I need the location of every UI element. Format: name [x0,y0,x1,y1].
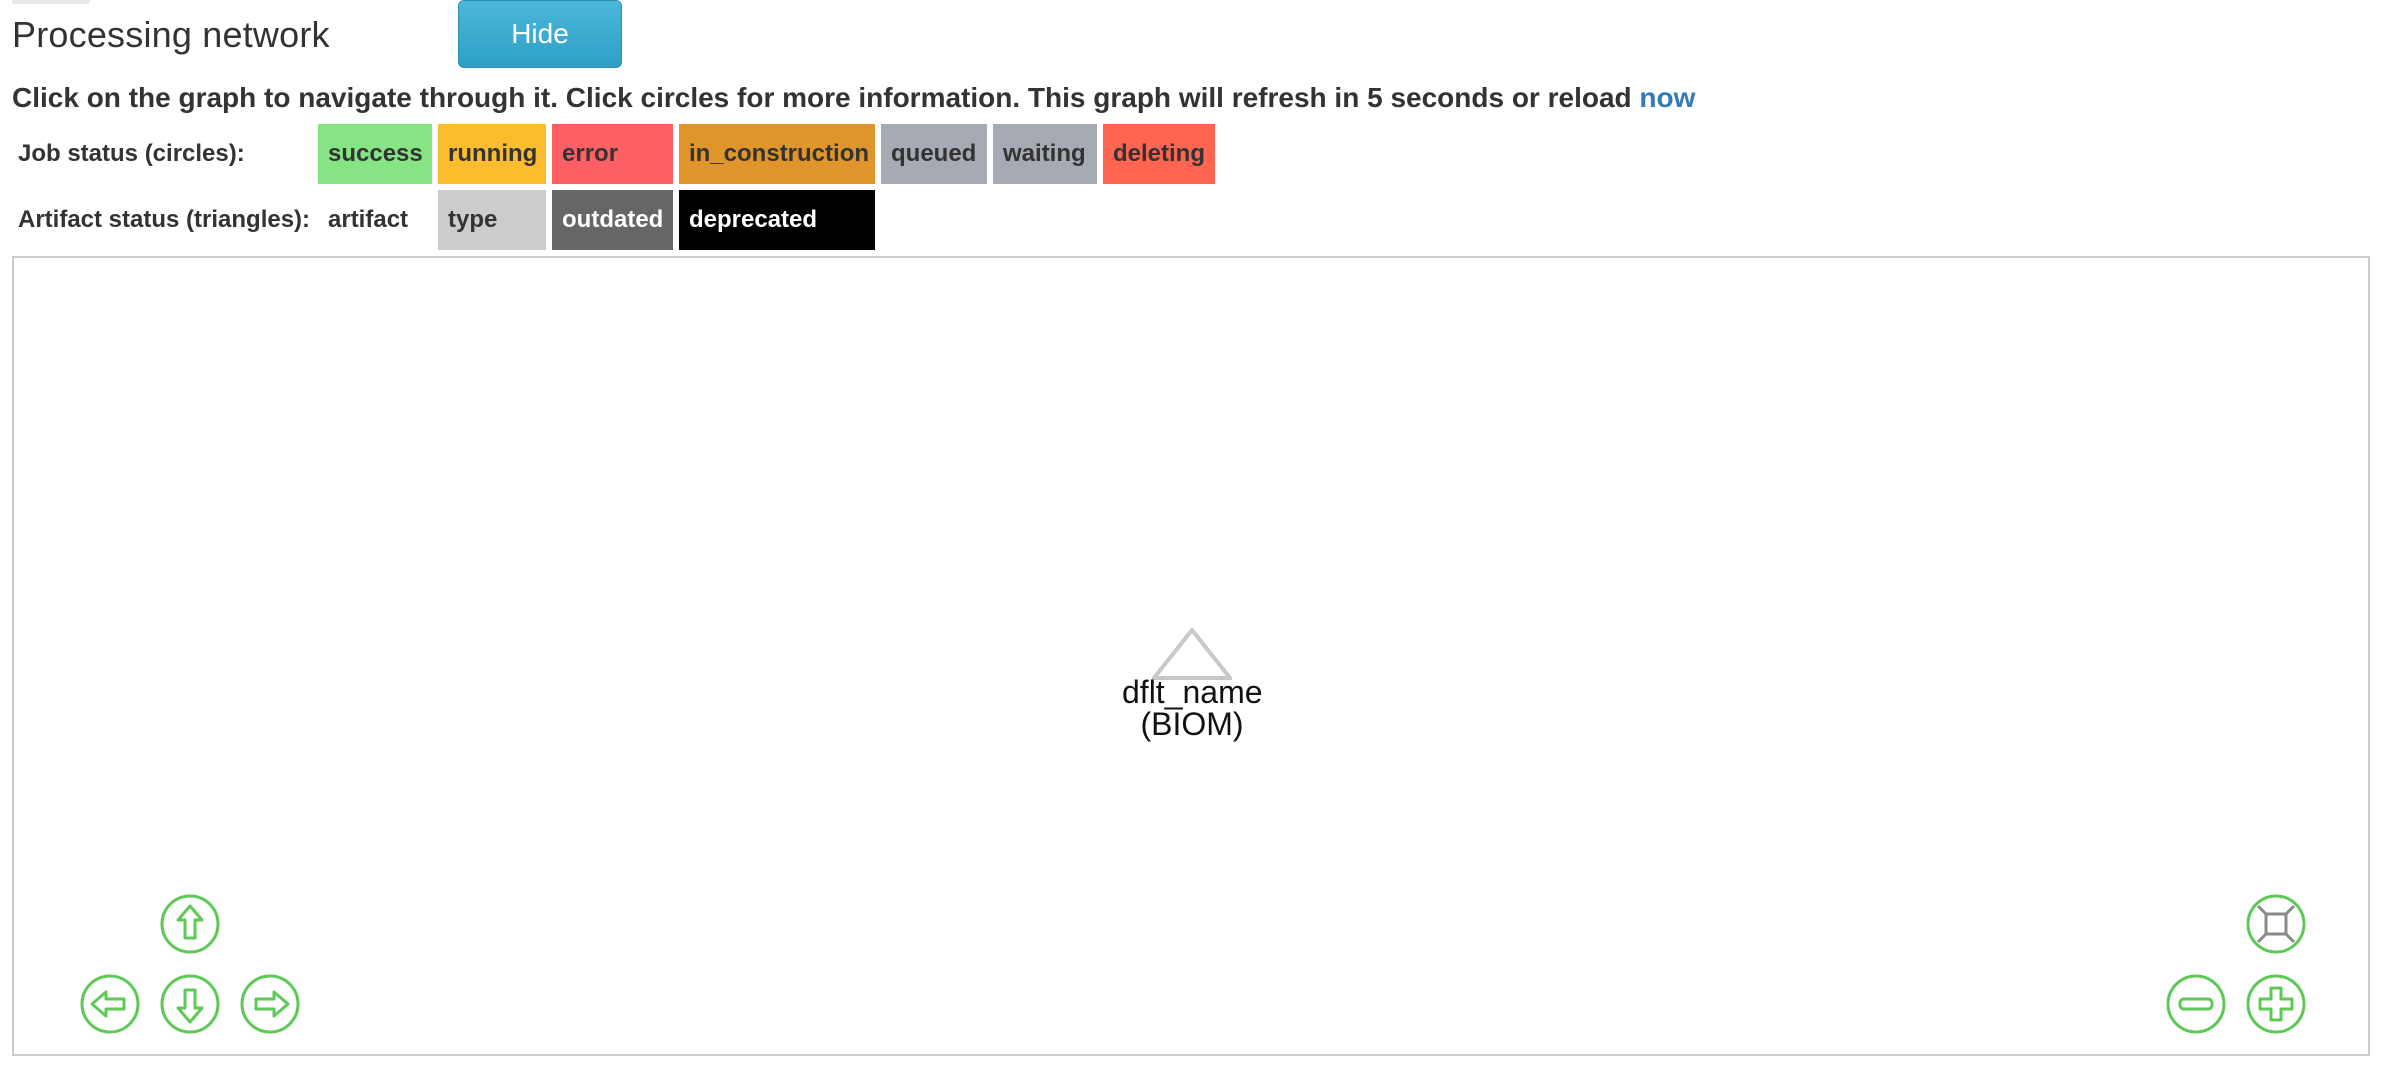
legend-success: success [318,124,432,184]
legend-deleting: deleting [1103,124,1215,184]
node-name: dflt_name [1122,674,1263,710]
legend-error: error [552,124,673,184]
pan-right-icon[interactable] [238,972,302,1036]
legend-type: type [438,190,546,250]
pan-left-icon[interactable] [78,972,142,1036]
artifact-status-label: Artifact status (triangles): [18,206,311,233]
hide-button[interactable]: Hide [458,0,622,68]
node-type: (BIOM) [1140,706,1244,742]
job-status-legend: Job status (circles): success running er… [12,124,1221,184]
legend-queued: queued [881,124,987,184]
legend-waiting: waiting [993,124,1097,184]
job-status-label: Job status (circles): [18,140,245,167]
legend-deprecated: deprecated [679,190,875,250]
legend-running: running [438,124,546,184]
instructions-body: Click on the graph to navigate through i… [12,82,1640,113]
network-graph-canvas[interactable]: dflt_name (BIOM) [12,256,2370,1056]
pan-down-icon[interactable] [158,972,222,1036]
zoom-extends-icon[interactable] [2244,892,2308,956]
page-title: Processing network [12,14,330,55]
reload-now-link[interactable]: now [1639,82,1695,113]
instructions-text: Click on the graph to navigate through i… [12,82,1695,114]
artifact-node-triangle[interactable] [1152,628,1232,680]
top-tab-stub [12,0,90,4]
artifact-node-label: dflt_name (BIOM) [1122,674,1263,742]
legend-artifact: artifact [318,190,432,250]
legend-outdated: outdated [552,190,673,250]
artifact-status-legend: Artifact status (triangles): artifact ty… [12,190,881,250]
pan-up-icon[interactable] [158,892,222,956]
zoom-in-icon[interactable] [2244,972,2308,1036]
legend-in-construction: in_construction [679,124,875,184]
zoom-out-icon[interactable] [2164,972,2228,1036]
